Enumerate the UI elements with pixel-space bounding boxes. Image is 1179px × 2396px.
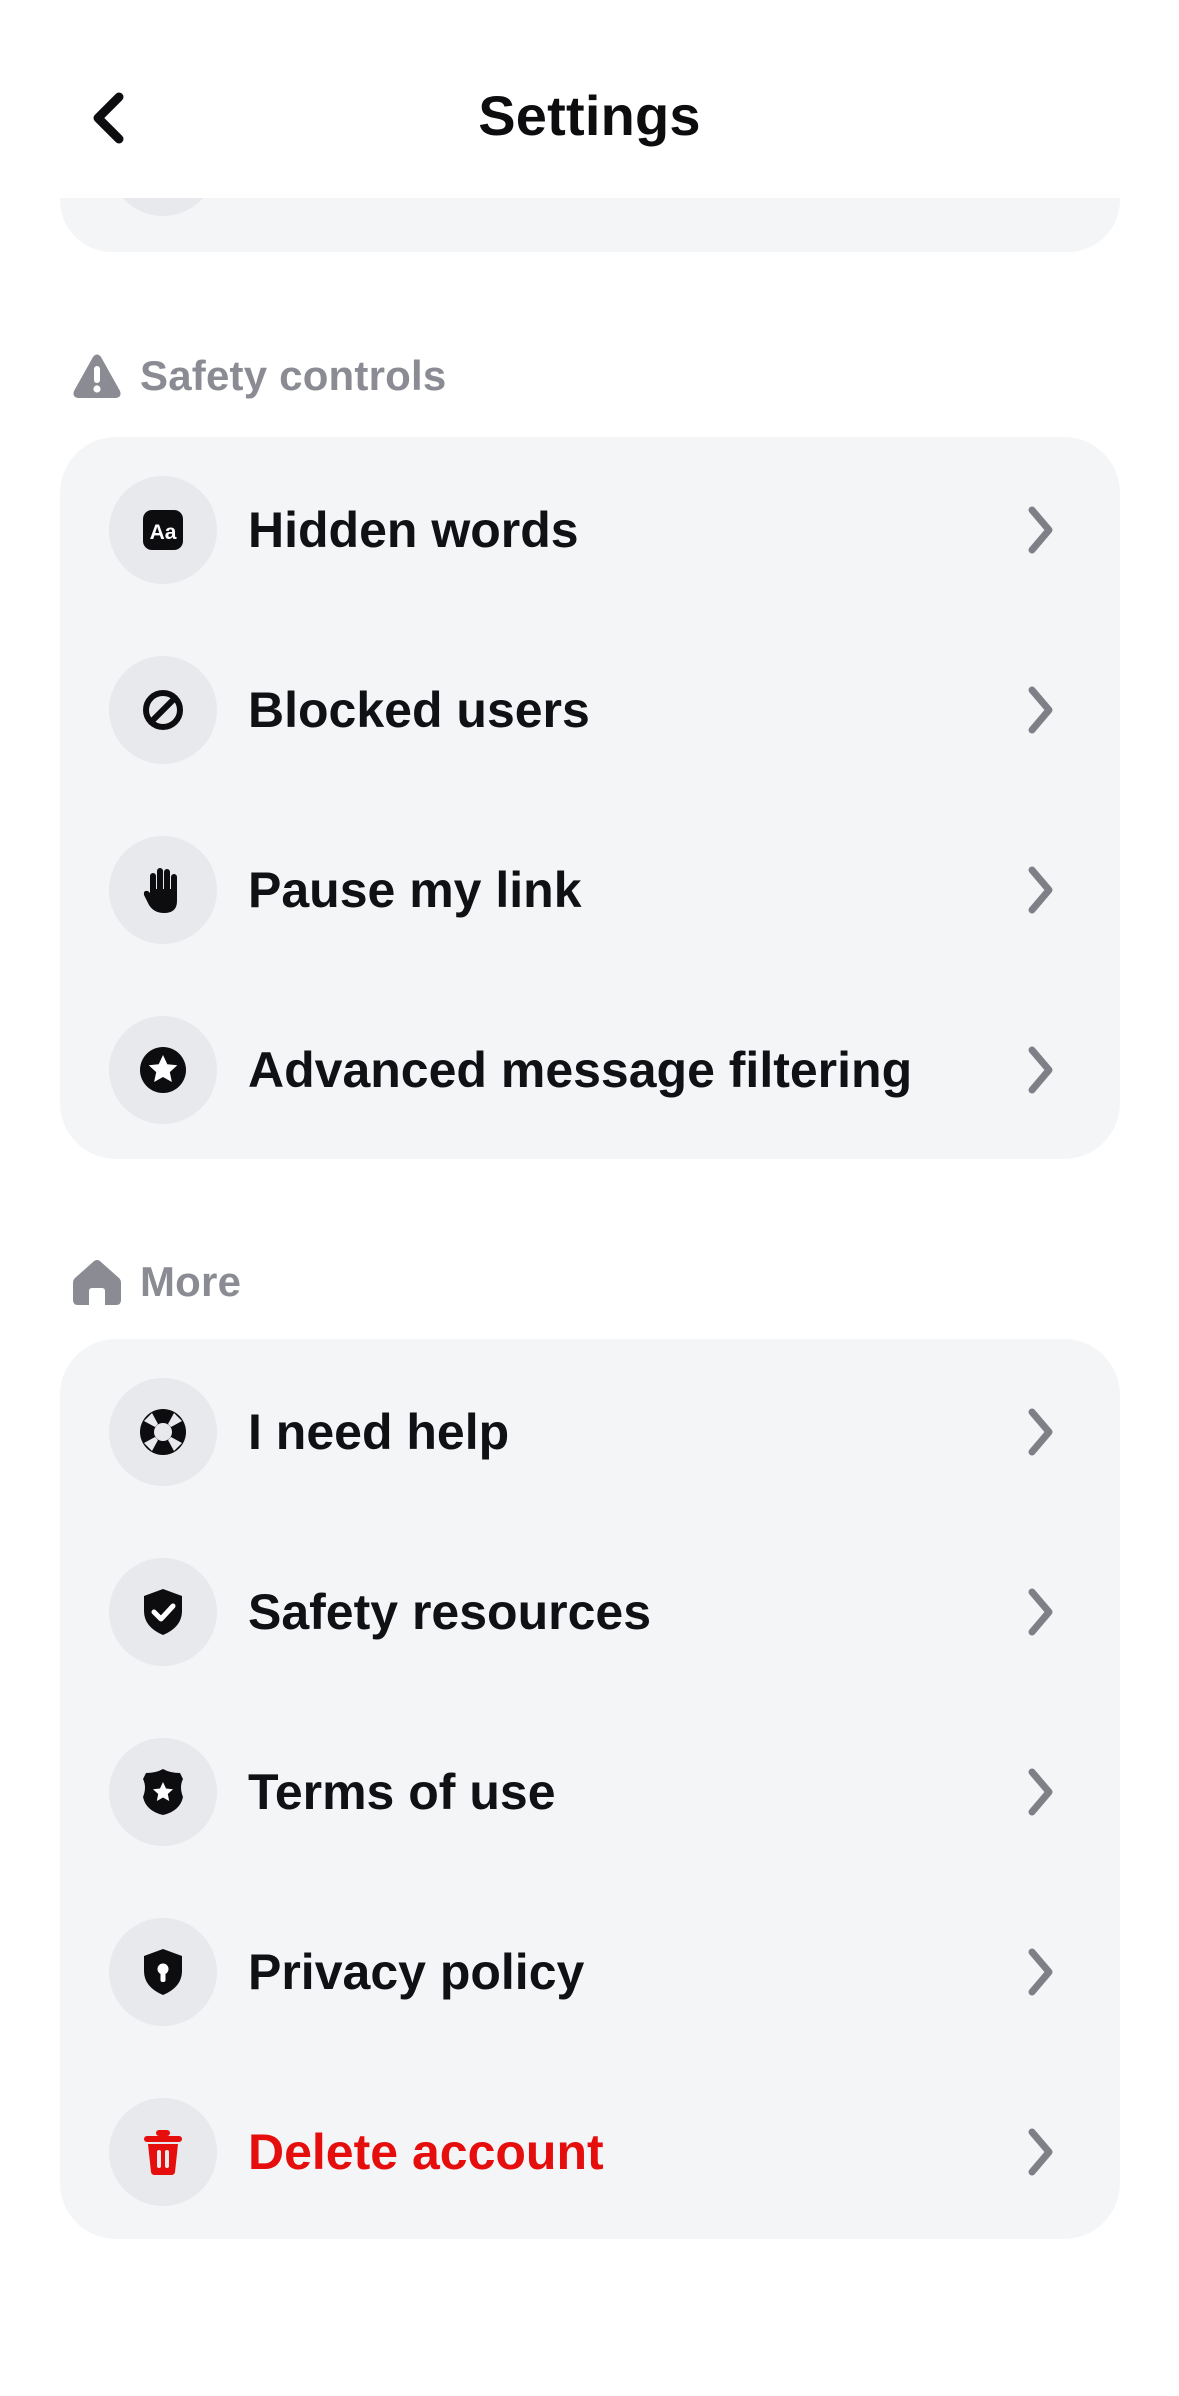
home-icon bbox=[73, 1260, 121, 1305]
row-label: Privacy policy bbox=[248, 1944, 585, 2000]
chevron-right-icon bbox=[1010, 680, 1070, 740]
chevron-right-icon bbox=[1010, 1762, 1070, 1822]
row-terms-of-use[interactable]: Terms of use bbox=[60, 1702, 1120, 1882]
more-card: I need help Safety resources Terms of us… bbox=[60, 1339, 1120, 2239]
chevron-right-icon bbox=[1010, 1582, 1070, 1642]
icon-circle bbox=[109, 1016, 217, 1124]
warning-icon bbox=[73, 354, 121, 398]
row-privacy-policy[interactable]: Privacy policy bbox=[60, 1882, 1120, 2062]
chevron-right-icon bbox=[1010, 2122, 1070, 2182]
section-header-more: More bbox=[72, 1252, 241, 1312]
top-bar: Settings bbox=[0, 0, 1179, 198]
shield-lock-icon bbox=[144, 1949, 182, 1995]
section-header-safety-controls: Safety controls bbox=[72, 346, 446, 406]
lifebuoy-icon bbox=[140, 1409, 186, 1455]
icon-circle bbox=[109, 1378, 217, 1486]
row-blocked-users[interactable]: Blocked users bbox=[60, 620, 1120, 800]
chevron-right-icon bbox=[1010, 500, 1070, 560]
chevron-right-icon bbox=[1010, 1040, 1070, 1100]
settings-screen: Settings Safety controls Aa Hidden words bbox=[0, 0, 1179, 2396]
svg-text:Aa: Aa bbox=[150, 521, 177, 544]
chevron-right-icon bbox=[1010, 1942, 1070, 2002]
row-label: Terms of use bbox=[248, 1764, 556, 1820]
page-title: Settings bbox=[478, 84, 701, 147]
row-i-need-help[interactable]: I need help bbox=[60, 1342, 1120, 1522]
trash-icon bbox=[144, 2130, 182, 2175]
hand-stop-icon bbox=[143, 868, 177, 913]
row-pause-my-link[interactable]: Pause my link bbox=[60, 800, 1120, 980]
icon-circle bbox=[109, 1738, 217, 1846]
row-safety-resources[interactable]: Safety resources bbox=[60, 1522, 1120, 1702]
chevron-right-icon bbox=[1010, 860, 1070, 920]
chevron-right-icon bbox=[1010, 1402, 1070, 1462]
row-label: I need help bbox=[248, 1404, 510, 1460]
safety-controls-card: Aa Hidden words Blocked users Pause my l… bbox=[60, 437, 1120, 1159]
row-label: Delete account bbox=[248, 2124, 604, 2180]
block-icon bbox=[143, 690, 183, 730]
police-badge-icon bbox=[143, 1769, 183, 1815]
row-delete-account[interactable]: Delete account bbox=[60, 2062, 1120, 2242]
icon-circle bbox=[109, 1918, 217, 2026]
row-label: Blocked users bbox=[248, 682, 590, 738]
section-label: More bbox=[140, 1258, 242, 1305]
row-label: Pause my link bbox=[248, 862, 582, 918]
section-label: Safety controls bbox=[140, 352, 447, 399]
icon-circle bbox=[109, 2098, 217, 2206]
row-hidden-words[interactable]: Aa Hidden words bbox=[60, 440, 1120, 620]
row-advanced-message-filtering[interactable]: Advanced message filtering bbox=[60, 980, 1120, 1160]
icon-circle bbox=[109, 656, 217, 764]
row-label: Hidden words bbox=[248, 502, 579, 558]
icon-circle: Aa bbox=[109, 476, 217, 584]
row-label: Advanced message filtering bbox=[248, 1042, 913, 1098]
text-aa-icon: Aa bbox=[143, 510, 183, 550]
shield-check-icon bbox=[144, 1589, 182, 1635]
row-label: Safety resources bbox=[248, 1584, 652, 1640]
star-badge-icon bbox=[140, 1047, 186, 1093]
icon-circle bbox=[109, 836, 217, 944]
icon-circle bbox=[109, 1558, 217, 1666]
